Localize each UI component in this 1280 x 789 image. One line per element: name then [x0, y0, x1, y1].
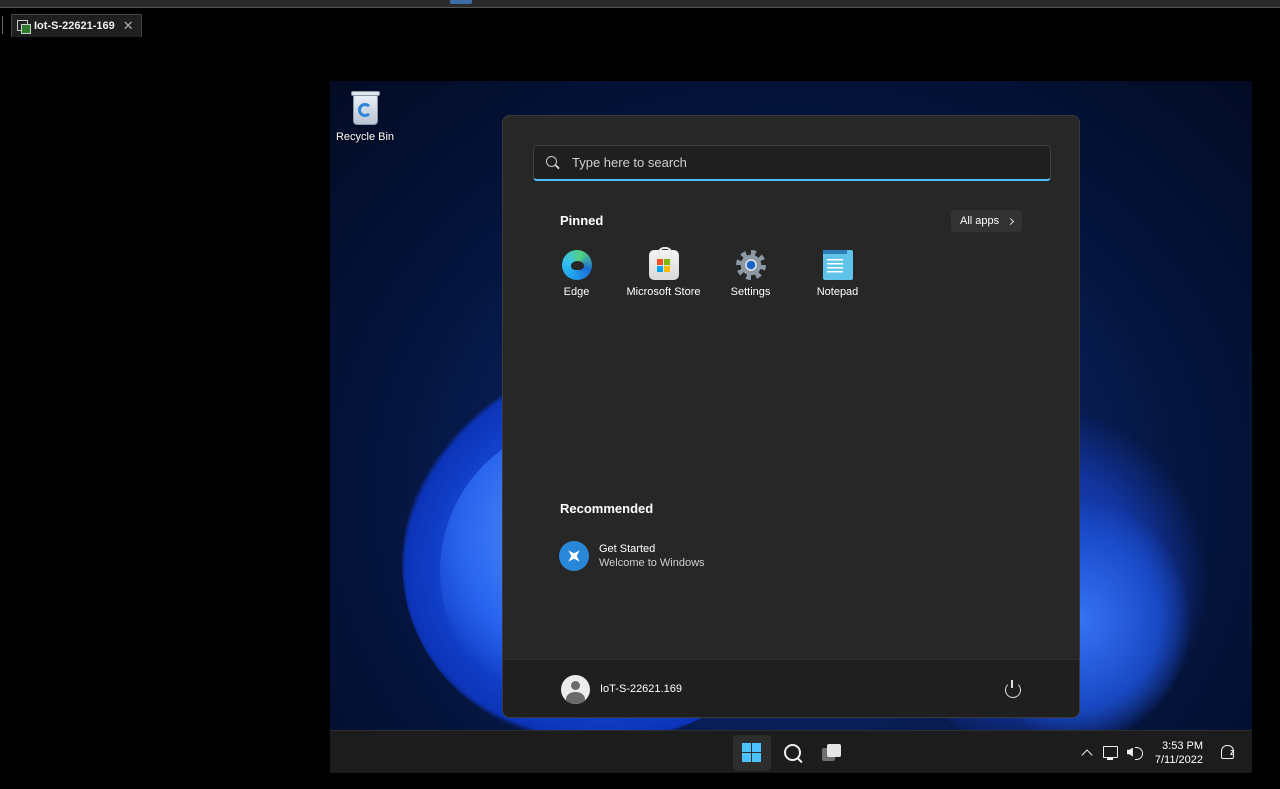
all-apps-label: All apps: [960, 215, 1000, 227]
desktop-icon-recycle-bin[interactable]: Recycle Bin: [336, 89, 394, 143]
pinned-app-label: Notepad: [816, 286, 859, 298]
chevron-up-icon[interactable]: [1076, 742, 1098, 764]
notepad-icon: [822, 250, 853, 280]
recommended-item-title: Get Started: [599, 543, 656, 555]
search-input[interactable]: [572, 155, 1012, 170]
host-top-handle[interactable]: [450, 0, 472, 4]
host-left-edge: [0, 16, 3, 34]
get-started-icon: [559, 541, 589, 571]
user-account-button[interactable]: IoT-S-22621.169: [555, 674, 688, 704]
virtual-machine-icon: [17, 19, 31, 34]
volume-icon[interactable]: [1124, 742, 1146, 764]
pinned-app-settings[interactable]: Settings: [707, 250, 794, 304]
host-tab-close-icon[interactable]: ✕: [123, 18, 134, 34]
search-icon: [546, 155, 560, 170]
user-name: IoT-S-22621.169: [600, 683, 682, 695]
guest-desktop: Recycle Bin Pinned All apps Edge Microso…: [330, 81, 1252, 773]
chevron-right-icon: [1007, 217, 1015, 225]
start-menu: Pinned All apps Edge Microsoft Store Set…: [502, 115, 1080, 718]
pinned-app-label: Settings: [730, 286, 771, 298]
clock[interactable]: 3:53 PM 7/11/2022: [1155, 739, 1203, 767]
pinned-app-notepad[interactable]: Notepad: [794, 250, 881, 304]
host-tab-title: Iot-S-22621-169: [34, 20, 115, 32]
avatar: [561, 674, 590, 704]
taskbar-search-icon[interactable]: [773, 735, 811, 771]
clock-date: 7/11/2022: [1154, 753, 1203, 766]
taskbar: 3:53 PM 7/11/2022: [330, 730, 1252, 773]
pinned-app-microsoft-store[interactable]: Microsoft Store: [620, 247, 707, 304]
system-tray: 3:53 PM 7/11/2022: [1075, 731, 1252, 773]
edge-icon: [561, 250, 592, 280]
all-apps-button[interactable]: All apps: [951, 210, 1023, 232]
pinned-app-label: Edge: [563, 286, 590, 298]
recommended-heading: Recommended: [560, 501, 654, 516]
recommended-item-subtitle: Welcome to Windows: [599, 557, 705, 569]
start-button[interactable]: [733, 735, 771, 771]
host-top-bar: [0, 0, 1280, 8]
clock-time: 3:53 PM: [1162, 739, 1203, 752]
settings-gear-icon: [735, 250, 766, 280]
notifications-icon[interactable]: [1216, 742, 1238, 764]
desktop-icon-label: Recycle Bin: [335, 131, 395, 143]
power-icon[interactable]: [1001, 678, 1023, 700]
task-view-icon[interactable]: [812, 735, 850, 771]
network-icon[interactable]: [1100, 742, 1122, 764]
start-search-box[interactable]: [533, 145, 1051, 181]
pinned-app-edge[interactable]: Edge: [533, 250, 620, 304]
start-menu-footer: IoT-S-22621.169: [503, 659, 1079, 717]
pinned-apps-grid: Edge Microsoft Store Settings Notepad: [533, 247, 881, 304]
pinned-app-label: Microsoft Store: [626, 286, 701, 298]
host-vm-tab[interactable]: Iot-S-22621-169 ✕: [11, 14, 142, 37]
recycle-bin-icon: [348, 89, 382, 127]
recommended-item-get-started[interactable]: Get Started Welcome to Windows: [551, 536, 831, 576]
pinned-heading: Pinned: [560, 213, 604, 228]
microsoft-store-icon: [648, 247, 679, 280]
